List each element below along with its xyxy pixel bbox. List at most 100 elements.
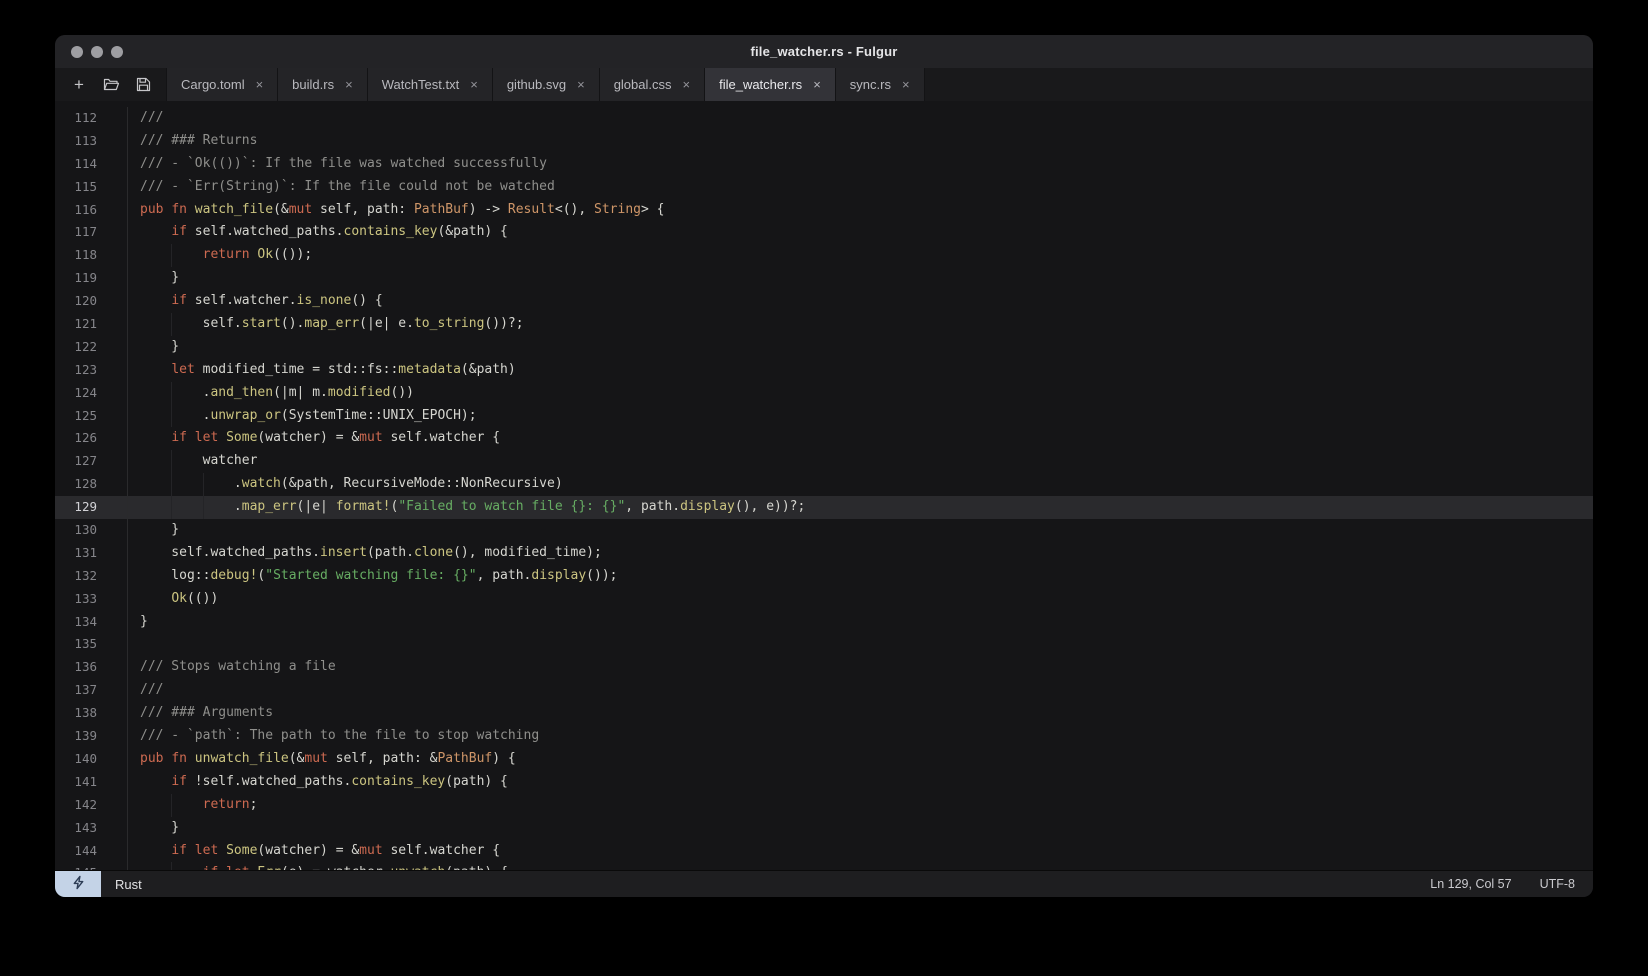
code-line[interactable]: 116pub fn watch_file(&mut self, path: Pa… <box>55 199 1593 222</box>
code-line[interactable]: 125 .unwrap_or(SystemTime::UNIX_EPOCH); <box>55 405 1593 428</box>
line-number: 116 <box>55 199 128 222</box>
code-line[interactable]: 122 } <box>55 336 1593 359</box>
open-folder-button[interactable] <box>97 72 125 98</box>
line-number: 120 <box>55 290 128 313</box>
code-line[interactable]: 130 } <box>55 519 1593 542</box>
line-number: 143 <box>55 817 128 840</box>
code-text: /// - `Ok(())`: If the file was watched … <box>128 153 1593 176</box>
code-line[interactable]: 126 if let Some(watcher) = &mut self.wat… <box>55 427 1593 450</box>
line-number: 126 <box>55 427 128 450</box>
code-line[interactable]: 135 <box>55 633 1593 656</box>
code-text: if self.watched_paths.contains_key(&path… <box>128 221 1593 244</box>
close-tab-icon[interactable]: × <box>683 78 691 91</box>
indent-guide <box>171 405 172 428</box>
code-line[interactable]: 131 self.watched_paths.insert(path.clone… <box>55 542 1593 565</box>
code-line[interactable]: 129 .map_err(|e| format!("Failed to watc… <box>55 496 1593 519</box>
line-number: 142 <box>55 794 128 817</box>
close-tab-icon[interactable]: × <box>813 78 821 91</box>
code-line[interactable]: 114/// - `Ok(())`: If the file was watch… <box>55 153 1593 176</box>
toolbar: + <box>55 68 167 101</box>
tab-label: WatchTest.txt <box>382 77 460 92</box>
code-text: let modified_time = std::fs::metadata(&p… <box>128 359 1593 382</box>
indent-guide <box>171 450 172 473</box>
code-line[interactable]: 139/// - `path`: The path to the file to… <box>55 725 1593 748</box>
tab-label: global.css <box>614 77 672 92</box>
code-line[interactable]: 134} <box>55 611 1593 634</box>
tab-WatchTest.txt[interactable]: WatchTest.txt × <box>367 68 493 101</box>
code-text: self.watched_paths.insert(path.clone(), … <box>128 542 1593 565</box>
cursor-position[interactable]: Ln 129, Col 57 <box>1430 877 1511 891</box>
code-line[interactable]: 132 log::debug!("Started watching file: … <box>55 565 1593 588</box>
code-line[interactable]: 121 self.start().map_err(|e| e.to_string… <box>55 313 1593 336</box>
code-text: .unwrap_or(SystemTime::UNIX_EPOCH); <box>128 405 1593 428</box>
code-line[interactable]: 119 } <box>55 267 1593 290</box>
language-indicator[interactable]: Rust <box>115 877 142 892</box>
traffic-lights <box>71 35 123 68</box>
code-text: .map_err(|e| format!("Failed to watch fi… <box>128 496 1593 519</box>
code-line[interactable]: 144 if let Some(watcher) = &mut self.wat… <box>55 840 1593 863</box>
code-line[interactable]: 124 .and_then(|m| m.modified()) <box>55 382 1593 405</box>
code-line[interactable]: 142 return; <box>55 794 1593 817</box>
quick-actions-button[interactable] <box>55 871 101 897</box>
editor-window: file_watcher.rs - Fulgur + <box>55 35 1593 897</box>
tab-label: Cargo.toml <box>181 77 245 92</box>
code-line[interactable]: 127 watcher <box>55 450 1593 473</box>
code-line[interactable]: 117 if self.watched_paths.contains_key(&… <box>55 221 1593 244</box>
code-line[interactable]: 113/// ### Returns <box>55 130 1593 153</box>
code-text: /// Stops watching a file <box>128 656 1593 679</box>
code-text: /// <box>128 679 1593 702</box>
code-line[interactable]: 128 .watch(&path, RecursiveMode::NonRecu… <box>55 473 1593 496</box>
save-button[interactable] <box>129 72 157 98</box>
line-number: 132 <box>55 565 128 588</box>
code-text: /// - `Err(String)`: If the file could n… <box>128 176 1593 199</box>
status-bar: Rust Ln 129, Col 57 UTF-8 <box>55 870 1593 897</box>
code-line[interactable]: 140pub fn unwatch_file(&mut self, path: … <box>55 748 1593 771</box>
code-text: pub fn unwatch_file(&mut self, path: &Pa… <box>128 748 1593 771</box>
line-number: 135 <box>55 633 128 656</box>
tab-github.svg[interactable]: github.svg× <box>492 68 600 101</box>
tab-sync.rs[interactable]: sync.rs× <box>835 68 925 101</box>
tab-build.rs[interactable]: build.rs× <box>277 68 368 101</box>
zoom-window-button[interactable] <box>111 46 123 58</box>
line-number: 141 <box>55 771 128 794</box>
indent-guide <box>203 496 204 519</box>
tab-file_watcher.rs[interactable]: file_watcher.rs × <box>704 68 836 101</box>
code-line[interactable]: 112/// <box>55 107 1593 130</box>
code-line[interactable]: 137/// <box>55 679 1593 702</box>
new-tab-button[interactable]: + <box>65 72 93 98</box>
plus-icon: + <box>74 76 84 93</box>
close-tab-icon[interactable]: × <box>902 78 910 91</box>
code-line[interactable]: 133 Ok(()) <box>55 588 1593 611</box>
code-text: return; <box>128 794 1593 817</box>
code-editor: 112///113/// ### Returns114/// - `Ok(())… <box>55 101 1593 870</box>
line-number: 121 <box>55 313 128 336</box>
code-line[interactable]: 123 let modified_time = std::fs::metadat… <box>55 359 1593 382</box>
code-text: Ok(()) <box>128 588 1593 611</box>
code-line[interactable]: 143 } <box>55 817 1593 840</box>
code-text: pub fn watch_file(&mut self, path: PathB… <box>128 199 1593 222</box>
tab-Cargo.toml[interactable]: Cargo.toml × <box>166 68 278 101</box>
code-text: return Ok(()); <box>128 244 1593 267</box>
code-line[interactable]: 120 if self.watcher.is_none() { <box>55 290 1593 313</box>
close-window-button[interactable] <box>71 46 83 58</box>
code-line[interactable]: 118 return Ok(()); <box>55 244 1593 267</box>
line-number: 124 <box>55 382 128 405</box>
line-number: 127 <box>55 450 128 473</box>
code-text: log::debug!("Started watching file: {}",… <box>128 565 1593 588</box>
code-text: /// ### Arguments <box>128 702 1593 725</box>
encoding-indicator[interactable]: UTF-8 <box>1540 877 1575 891</box>
code-line[interactable]: 138/// ### Arguments <box>55 702 1593 725</box>
code-text: if let Some(watcher) = &mut self.watcher… <box>128 840 1593 863</box>
close-tab-icon[interactable]: × <box>470 78 478 91</box>
close-tab-icon[interactable]: × <box>577 78 585 91</box>
minimize-window-button[interactable] <box>91 46 103 58</box>
tab-global.css[interactable]: global.css × <box>599 68 705 101</box>
code-line[interactable]: 115/// - `Err(String)`: If the file coul… <box>55 176 1593 199</box>
code-text: } <box>128 336 1593 359</box>
close-tab-icon[interactable]: × <box>256 78 264 91</box>
code-line[interactable]: 145 if let Err(e) = watcher.unwatch(path… <box>55 862 1593 870</box>
code-line[interactable]: 136/// Stops watching a file <box>55 656 1593 679</box>
tab-label: file_watcher.rs <box>719 77 802 92</box>
code-line[interactable]: 141 if !self.watched_paths.contains_key(… <box>55 771 1593 794</box>
close-tab-icon[interactable]: × <box>345 78 353 91</box>
